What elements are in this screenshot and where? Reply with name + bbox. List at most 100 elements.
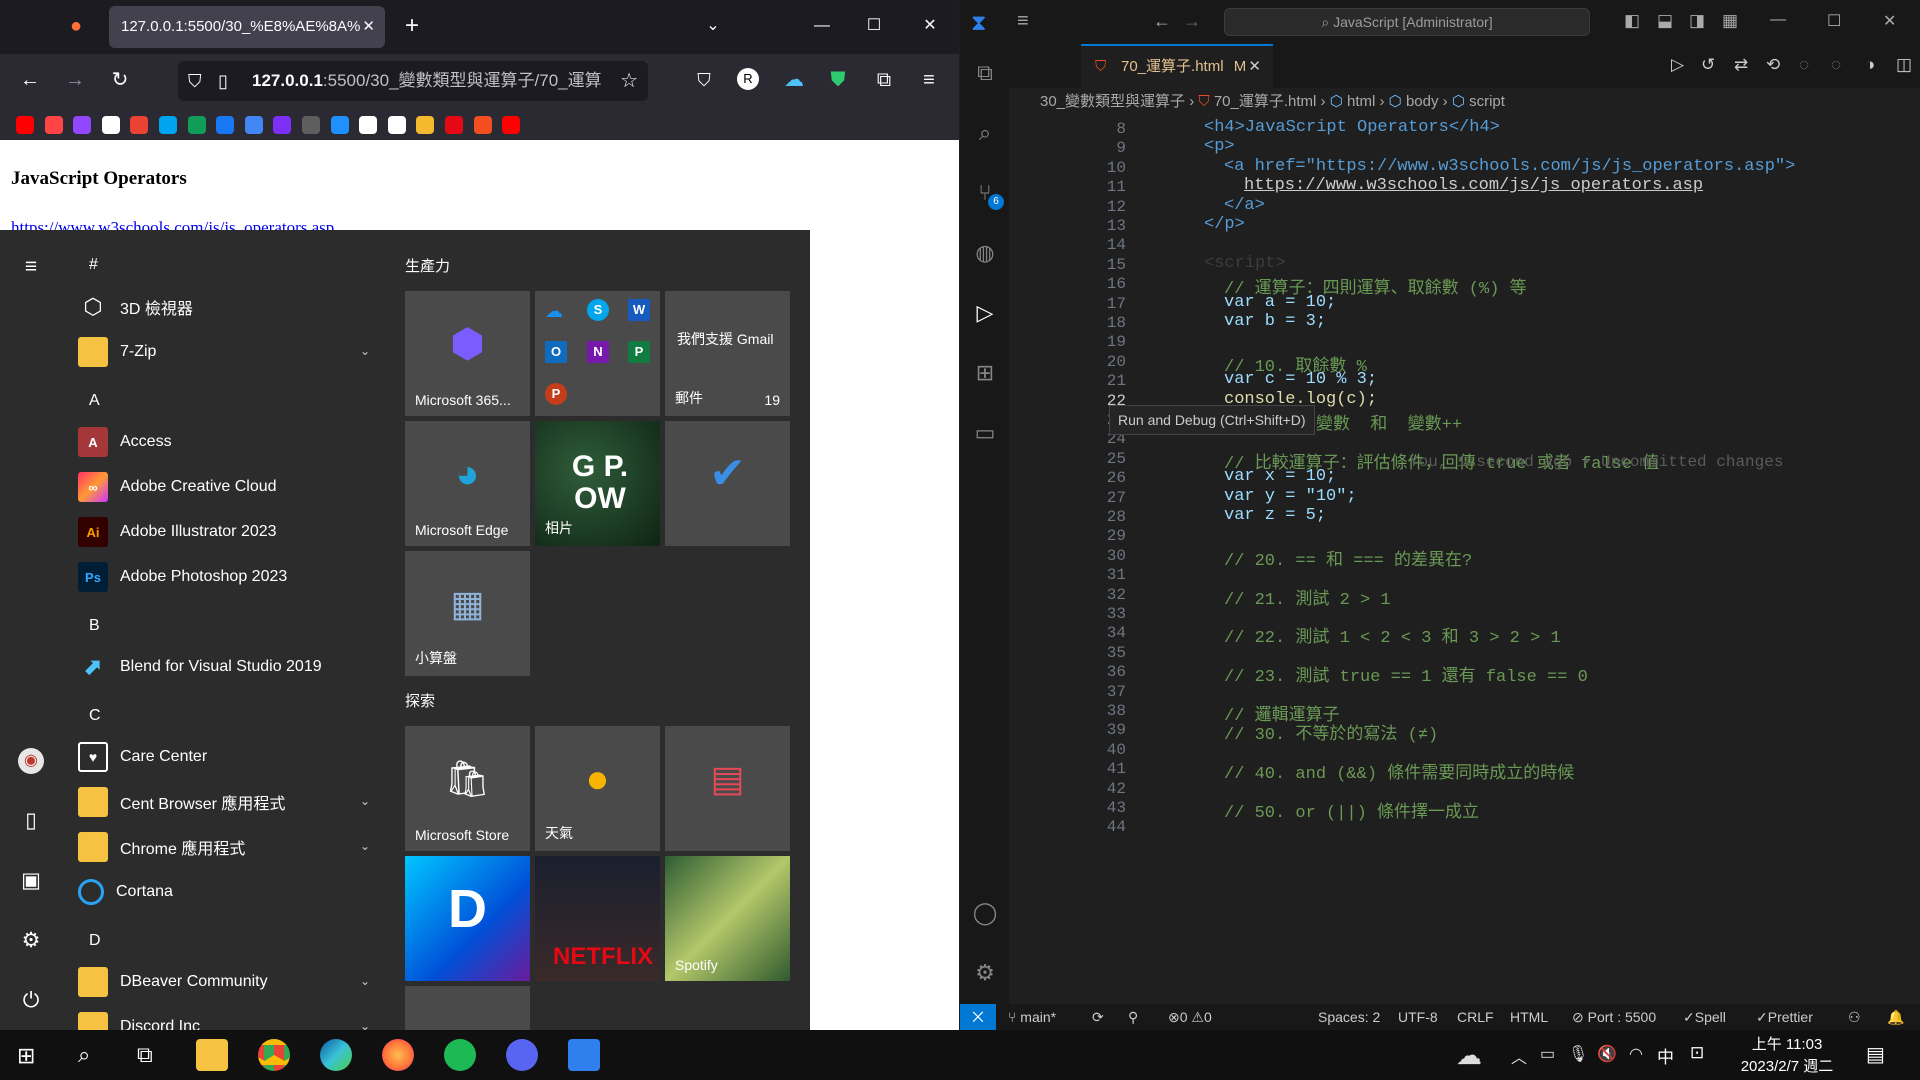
- sync-icon[interactable]: ⟳: [1092, 1004, 1104, 1030]
- minimize-icon[interactable]: —: [810, 16, 834, 36]
- tile-spotify[interactable]: Spotify: [665, 856, 790, 981]
- close-window-icon[interactable]: ✕: [918, 16, 942, 36]
- youtube-icon[interactable]: [16, 116, 34, 134]
- tab-list-chevron-icon[interactable]: ⌄: [701, 16, 725, 36]
- b-icon[interactable]: [302, 116, 320, 134]
- app-adobe-creative-cloud[interactable]: ∞ Adobe Creative Cloud: [78, 467, 380, 507]
- manage-gear-icon[interactable]: ⚙: [972, 960, 998, 986]
- new-tab-button[interactable]: +: [400, 14, 424, 38]
- firefox-icon[interactable]: [382, 1039, 414, 1071]
- source-control-icon[interactable]: ⑂ 6: [972, 180, 1004, 210]
- explorer-icon[interactable]: ⧉: [972, 60, 998, 86]
- branch-status[interactable]: ⑂ main*: [1008, 1004, 1056, 1030]
- previous-change-icon[interactable]: ◌: [1799, 55, 1809, 75]
- notifications-bell-icon[interactable]: 🔔: [1887, 1004, 1904, 1030]
- app-cortana[interactable]: Cortana: [78, 872, 380, 912]
- accounts-status-icon[interactable]: ⚇: [1848, 1004, 1861, 1030]
- avatar[interactable]: ◉: [18, 748, 44, 774]
- prettier-status[interactable]: ✓Prettier: [1756, 1004, 1813, 1030]
- hashtag-icon[interactable]: [330, 116, 349, 134]
- app-illustrator[interactable]: Ai Adobe Illustrator 2023: [78, 512, 380, 552]
- h-icon[interactable]: [387, 116, 406, 134]
- clock-time[interactable]: 上午 11:03: [1737, 1033, 1837, 1054]
- tile-microsoft365[interactable]: ⬢ Microsoft 365...: [405, 291, 530, 416]
- app-icon[interactable]: [273, 116, 292, 134]
- file-explorer-icon[interactable]: [196, 1039, 228, 1071]
- ime-indicator[interactable]: 中: [1657, 1043, 1674, 1068]
- sheets-icon[interactable]: [187, 116, 206, 134]
- extensions-icon[interactable]: ⊞: [972, 360, 998, 386]
- breadcrumb-body[interactable]: body: [1406, 93, 1439, 110]
- netflix-icon[interactable]: [473, 116, 492, 134]
- menu-icon[interactable]: ≡: [917, 70, 941, 90]
- toggle-secondary-sidebar-icon[interactable]: ◨: [1689, 11, 1705, 31]
- back-icon[interactable]: ←: [1153, 11, 1171, 32]
- speaker-muted-icon[interactable]: 🔇: [1597, 1044, 1617, 1064]
- back-icon[interactable]: ←: [18, 70, 42, 90]
- next-change-icon[interactable]: ◌: [1831, 55, 1841, 75]
- remote-indicator-icon[interactable]: ⨉: [960, 1004, 996, 1030]
- close-tab-icon[interactable]: ✕: [1248, 46, 1261, 88]
- breadcrumb-file[interactable]: 70_運算子.html: [1214, 93, 1317, 110]
- app-7zip[interactable]: 7-Zip ⌄: [78, 332, 380, 372]
- gmail-icon[interactable]: [130, 116, 149, 134]
- minimize-icon[interactable]: —: [1770, 11, 1786, 29]
- clock-date[interactable]: 2023/2/7 週二: [1732, 1055, 1842, 1076]
- tile-photos[interactable]: G P. OW 相片: [535, 421, 660, 546]
- github-icon[interactable]: [359, 116, 378, 134]
- minimap[interactable]: [1860, 112, 1920, 212]
- tile-netflix[interactable]: NETFLIX: [535, 856, 660, 981]
- twitch-icon[interactable]: [73, 116, 92, 134]
- open-changes-icon[interactable]: ⇄: [1734, 55, 1748, 75]
- microphone-icon[interactable]: 🎙: [1568, 1044, 1588, 1064]
- task-view-icon[interactable]: ⧉: [137, 1042, 153, 1068]
- bookmark-star-icon[interactable]: ☆: [620, 61, 638, 101]
- pictures-icon[interactable]: ▣: [18, 868, 44, 894]
- app-photoshop[interactable]: Ps Adobe Photoshop 2023: [78, 557, 380, 597]
- maximize-icon[interactable]: ☐: [1827, 11, 1841, 31]
- customize-layout-icon[interactable]: ▦: [1722, 11, 1738, 31]
- run-debug-icon[interactable]: ▷: [972, 300, 998, 326]
- tile-more[interactable]: [405, 986, 530, 1030]
- firefox-icon[interactable]: ●: [64, 16, 88, 36]
- letter-header-d[interactable]: D: [89, 932, 101, 950]
- eol-status[interactable]: CRLF: [1457, 1004, 1494, 1030]
- hamburger-menu-icon[interactable]: ≡: [18, 254, 44, 280]
- git-history-icon[interactable]: ◑: [1865, 55, 1875, 75]
- group-explore[interactable]: 探索: [405, 690, 435, 711]
- shield-extension-icon[interactable]: ⛊: [826, 70, 850, 90]
- letter-header-b[interactable]: B: [89, 617, 100, 635]
- breadcrumb-folder[interactable]: 30_變數類型與運算子: [1040, 93, 1185, 110]
- problems-status[interactable]: ⊗0 ⚠0: [1168, 1004, 1212, 1030]
- bookmark-icon[interactable]: [159, 116, 177, 134]
- app-dbeaver[interactable]: DBeaver Community ⌄: [78, 962, 380, 1002]
- app-blend[interactable]: ⬈ Blend for Visual Studio 2019: [78, 647, 380, 687]
- tile-news[interactable]: ▤: [665, 726, 790, 851]
- close-tab-icon[interactable]: ✕: [362, 6, 375, 48]
- forward-icon[interactable]: →: [1183, 11, 1201, 32]
- tile-todo[interactable]: ✔: [665, 421, 790, 546]
- discord-icon[interactable]: [506, 1039, 538, 1071]
- indentation-status[interactable]: Spaces: 2: [1318, 1004, 1380, 1030]
- app-discord[interactable]: Discord Inc ⌄: [78, 1007, 380, 1030]
- editor-tab[interactable]: ⛉ 70_運算子.html M ✕: [1081, 44, 1273, 88]
- encoding-status[interactable]: UTF-8: [1398, 1004, 1438, 1030]
- git-graph-icon[interactable]: ◍: [972, 240, 998, 266]
- show-hidden-icons-chevron[interactable]: ︿: [1511, 1044, 1527, 1068]
- code-editor[interactable]: 8 <h4>JavaScript Operators</h4> 9 <p> 10 <a h…: [1009, 112, 1920, 1000]
- reload-icon[interactable]: ↻: [108, 70, 132, 90]
- app-3d-viewer[interactable]: ⬡ 3D 檢視器: [78, 287, 380, 327]
- git-graph-status-icon[interactable]: ⚲: [1128, 1004, 1138, 1030]
- pocket-icon[interactable]: ⛉: [692, 70, 716, 90]
- tile-dolby[interactable]: D: [405, 856, 530, 981]
- drive-icon[interactable]: [244, 116, 263, 134]
- documents-icon[interactable]: ▯: [18, 808, 44, 834]
- app-care-center[interactable]: ♥ Care Center: [78, 737, 380, 777]
- weather-cloud-icon[interactable]: ☁: [1456, 1040, 1482, 1071]
- group-productivity[interactable]: 生產力: [405, 255, 450, 276]
- tile-calculator[interactable]: ▦ 小算盤: [405, 551, 530, 676]
- letter-header-hash[interactable]: #: [89, 256, 98, 274]
- revert-icon[interactable]: ⟲: [1766, 55, 1780, 75]
- close-window-icon[interactable]: ✕: [1883, 11, 1896, 31]
- tile-office-apps[interactable]: ☁ S W O N P P: [535, 291, 660, 416]
